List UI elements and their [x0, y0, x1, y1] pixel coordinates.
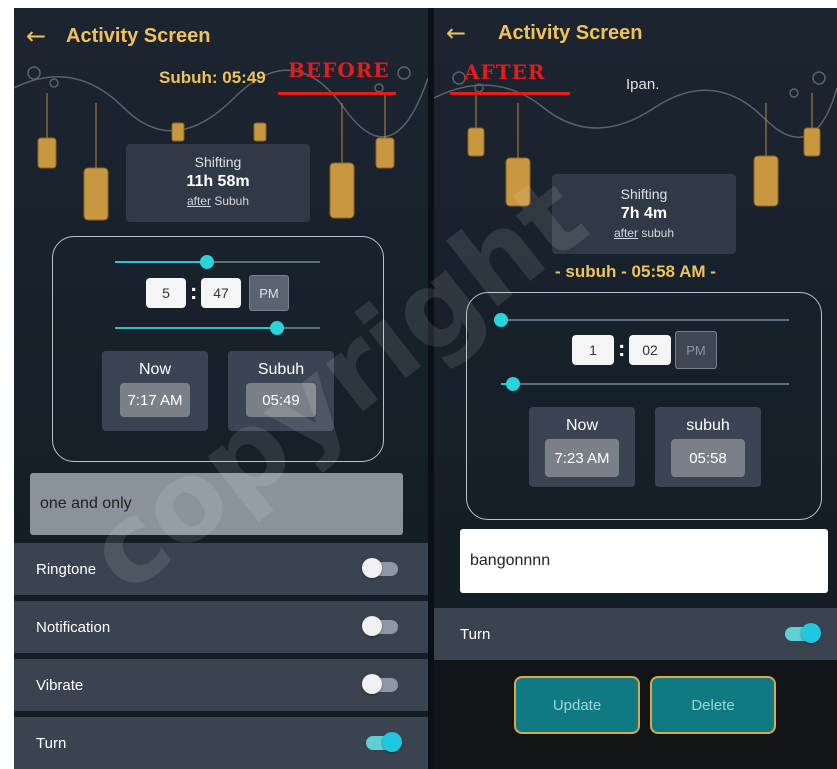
alarm-name-input[interactable]: bangonnnn	[460, 529, 828, 593]
ampm-toggle[interactable]: PM	[675, 331, 717, 369]
turn-toggle[interactable]	[366, 732, 402, 752]
setting-row-ringtone: Ringtone	[14, 543, 428, 595]
setting-row-turn: Turn	[14, 717, 428, 769]
shifting-label: Shifting	[194, 154, 242, 170]
after-link[interactable]: after	[614, 226, 638, 240]
vibrate-label: Vibrate	[36, 676, 84, 694]
alarm-name-input[interactable]: one and only	[30, 473, 403, 535]
prayer-value: 05:49	[246, 383, 316, 417]
shifting-card: Shifting 11h 58m after Subuh	[126, 144, 310, 222]
notification-toggle[interactable]	[362, 616, 398, 636]
prayer-banner: - subuh - 05:58 AM -	[555, 262, 716, 281]
now-label: Now	[138, 361, 171, 378]
vibrate-toggle[interactable]	[362, 674, 398, 694]
before-tag-underline	[278, 92, 396, 95]
back-arrow-icon[interactable]: ←	[14, 8, 58, 64]
hour-slider[interactable]	[494, 313, 789, 327]
now-card: Now 7:17 AM	[102, 351, 208, 431]
setting-row-vibrate: Vibrate	[14, 659, 428, 711]
turn-toggle[interactable]	[785, 623, 821, 643]
turn-label: Turn	[36, 734, 67, 752]
hour-field[interactable]: 1	[572, 335, 614, 365]
shifting-card: Shifting 7h 4m after subuh	[552, 174, 736, 254]
ampm-toggle[interactable]: PM	[249, 275, 289, 311]
page-title: Activity Screen	[66, 24, 211, 47]
page-title: Activity Screen	[498, 21, 643, 44]
hour-slider-thumb[interactable]	[200, 255, 215, 269]
minute-field[interactable]: 47	[201, 278, 241, 308]
after-target: subuh	[641, 226, 675, 240]
before-tag: BEFORE	[288, 58, 390, 82]
hour-slider[interactable]	[115, 255, 320, 269]
prayer-card: Subuh 05:49	[228, 351, 334, 431]
header-text: Ipan.	[626, 76, 660, 93]
turn-label: Turn	[460, 625, 491, 643]
setting-row-turn: Turn	[434, 608, 837, 660]
shifting-duration: 7h 4m	[620, 205, 668, 222]
shifting-duration: 11h 58m	[186, 173, 250, 190]
now-value: 7:23 AM	[545, 439, 619, 477]
shifting-after-text: after subuh	[552, 226, 736, 240]
ringtone-toggle[interactable]	[362, 558, 398, 578]
shifting-after-text: after Subuh	[126, 194, 310, 208]
now-card: Now 7:23 AM	[529, 407, 635, 487]
prayer-label: subuh	[686, 417, 730, 434]
app-bar: ← Activity Screen	[434, 8, 837, 58]
notification-label: Notification	[36, 618, 111, 636]
after-target: Subuh	[214, 194, 250, 208]
minute-slider[interactable]	[501, 377, 789, 391]
update-button[interactable]: Update	[514, 676, 640, 734]
hour-field[interactable]: 5	[146, 278, 186, 308]
back-arrow-icon[interactable]: ←	[434, 8, 478, 58]
time-colon: :	[190, 279, 198, 304]
time-picker-panel: 1 : 02 PM Now 7:23 AM subuh 05:58	[466, 292, 822, 520]
setting-row-notification: Notification	[14, 601, 428, 653]
now-label: Now	[565, 417, 598, 434]
minute-slider-thumb[interactable]	[505, 377, 520, 391]
prayer-card: subuh 05:58	[655, 407, 761, 487]
minute-field[interactable]: 02	[629, 335, 671, 365]
prayer-label: Subuh	[257, 361, 305, 378]
after-link[interactable]: after	[187, 194, 211, 208]
after-tag: AFTER	[464, 60, 546, 84]
prayer-time-label: Subuh: 05:49	[159, 68, 266, 87]
after-tag-underline	[450, 92, 570, 95]
minute-slider[interactable]	[115, 321, 320, 335]
shifting-label: Shifting	[620, 186, 668, 202]
hour-slider-thumb[interactable]	[494, 313, 508, 327]
before-screen: ← Activity Screen Subuh: 05:49 Shifting …	[14, 8, 428, 769]
now-value: 7:17 AM	[120, 383, 190, 417]
app-bar: ← Activity Screen	[14, 8, 428, 64]
time-picker-panel: 5 : 47 PM Now 7:17 AM Subuh 05:49	[52, 236, 384, 462]
delete-button[interactable]: Delete	[650, 676, 776, 734]
time-colon: :	[618, 336, 626, 361]
prayer-value: 05:58	[671, 439, 745, 477]
ringtone-label: Ringtone	[36, 560, 97, 578]
after-screen: ← Activity Screen Ipan. Shifting 7h 4m a…	[434, 8, 837, 769]
minute-slider-thumb[interactable]	[269, 321, 284, 335]
